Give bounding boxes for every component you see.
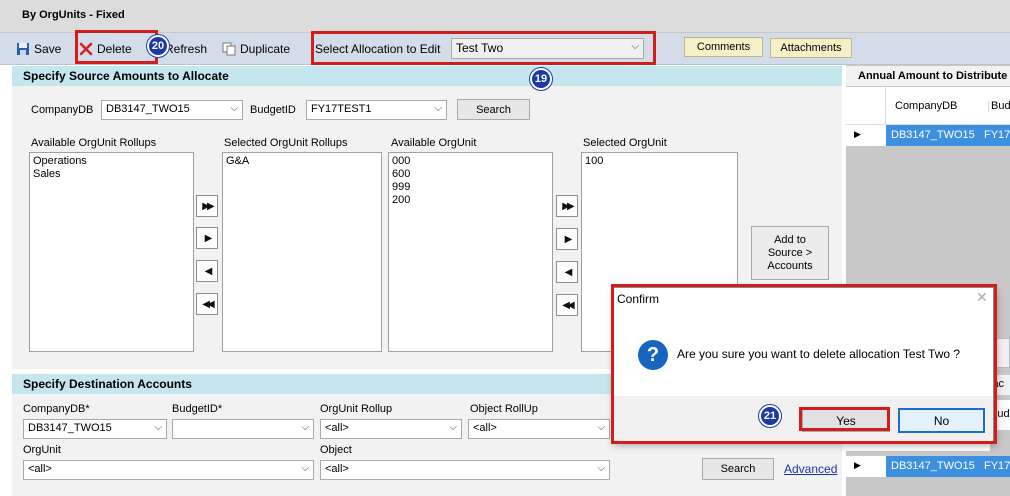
- dest-company-select[interactable]: DB3147_TWO15 ⌵: [23, 419, 167, 439]
- chevron-down-icon: ⌵: [230, 103, 238, 114]
- row-pointer-icon: ▶: [854, 460, 861, 470]
- table-row[interactable]: DB3147_TWO15 FY17: [886, 125, 1010, 146]
- dest-object-label: Object: [320, 444, 352, 456]
- source-budget-label: BudgetID: [250, 104, 296, 116]
- dest-rollup-value: <all>: [325, 422, 349, 434]
- source-company-select[interactable]: DB3147_TWO15 ⌵: [101, 100, 243, 120]
- move-right-button[interactable]: ▶: [556, 228, 578, 250]
- dest-objrollup-value: <all>: [473, 422, 497, 434]
- highlight-box: [311, 31, 656, 65]
- add-to-source-line3: Accounts: [767, 259, 813, 272]
- dest-search-button[interactable]: Search: [702, 458, 774, 480]
- sel-orgunit-label: Selected OrgUnit: [583, 137, 667, 149]
- annual-row-company: DB3147_TWO15: [891, 129, 975, 141]
- save-icon: [17, 43, 29, 55]
- dest-budget-select[interactable]: ⌵: [172, 419, 314, 439]
- avail-orgunit-label: Available OrgUnit: [391, 137, 477, 149]
- avail-rollups-label: Available OrgUnit Rollups: [31, 137, 157, 149]
- sel-rollups-list[interactable]: G&A: [222, 152, 382, 352]
- window-title: By OrgUnits - Fixed: [22, 9, 125, 21]
- list-item[interactable]: 100: [585, 155, 734, 168]
- dest-object-select[interactable]: <all> ⌵: [320, 460, 610, 480]
- dest-rollup-label: OrgUnit Rollup: [320, 403, 393, 415]
- list-item[interactable]: 600: [392, 168, 549, 181]
- source-search-label: Search: [476, 103, 511, 116]
- sel-rollups-label: Selected OrgUnit Rollups: [224, 137, 348, 149]
- dest-objrollup-select[interactable]: <all> ⌵: [468, 419, 610, 439]
- move-left-button[interactable]: ◀: [196, 260, 218, 282]
- source-budget-select[interactable]: FY17TEST1 ⌵: [306, 100, 447, 120]
- dest-orgunit-value: <all>: [28, 463, 52, 475]
- dest-search-label: Search: [720, 463, 756, 475]
- dest-orgunit-label: OrgUnit: [23, 444, 61, 456]
- attachments-label: Attachments: [780, 42, 842, 54]
- list-item[interactable]: Sales: [33, 168, 190, 181]
- highlight-box: [75, 30, 158, 64]
- source-search-button[interactable]: Search: [457, 99, 530, 120]
- chevron-down-icon: ⌵: [434, 103, 442, 114]
- chevron-down-icon: ⌵: [154, 422, 162, 433]
- list-item[interactable]: 200: [392, 194, 549, 207]
- list-item[interactable]: 000: [392, 155, 549, 168]
- list-item[interactable]: Operations: [33, 155, 190, 168]
- duplicate-icon: [222, 42, 236, 56]
- avail-orgunit-list[interactable]: 000 600 999 200: [388, 152, 553, 352]
- dest-orgunit-select[interactable]: <all> ⌵: [23, 460, 314, 480]
- callout-badge: 20: [147, 35, 169, 57]
- annual-col-budget: Budg: [988, 100, 1010, 112]
- row-indicator: ▶: [846, 125, 886, 146]
- comments-label: Comments: [696, 41, 751, 53]
- callout-badge: 19: [530, 68, 552, 90]
- source-section-header: Specify Source Amounts to Allocate: [12, 66, 842, 86]
- comments-button[interactable]: Comments: [684, 37, 763, 57]
- annual-row2-budget: FY17: [984, 460, 1010, 472]
- duplicate-button[interactable]: Duplicate: [222, 40, 290, 58]
- refresh-label: Refresh: [165, 42, 208, 56]
- dest-company-label: CompanyDB*: [23, 403, 90, 415]
- chevron-down-icon: ⌵: [597, 463, 605, 474]
- move-all-right-button[interactable]: ▶▶: [556, 195, 578, 217]
- move-all-left-button[interactable]: ◀◀: [196, 293, 218, 315]
- row-indicator: ▶: [846, 456, 886, 477]
- avail-rollups-list[interactable]: Operations Sales: [29, 152, 194, 352]
- add-to-source-line2: Source >: [767, 246, 813, 259]
- attachments-button[interactable]: Attachments: [770, 38, 852, 58]
- refresh-button[interactable]: Refresh: [165, 40, 207, 58]
- advanced-link[interactable]: Advanced: [784, 462, 837, 476]
- list-item[interactable]: 999: [392, 181, 549, 194]
- chevron-down-icon: ⌵: [301, 463, 309, 474]
- annual-col-company: CompanyDB: [895, 100, 958, 112]
- source-company-label: CompanyDB: [31, 104, 94, 116]
- dest-company-value: DB3147_TWO15: [28, 422, 112, 434]
- highlight-box: [799, 407, 890, 431]
- row-pointer-icon: ▶: [854, 129, 861, 139]
- annual-grid-header: CompanyDB Budg: [846, 87, 1010, 125]
- annual-row-budget: FY17: [984, 129, 1010, 141]
- add-to-source-button[interactable]: Add to Source > Accounts: [751, 226, 829, 280]
- save-button[interactable]: Save: [16, 40, 61, 58]
- duplicate-label: Duplicate: [240, 42, 291, 56]
- annual-header: Annual Amount to Distribute: [846, 66, 1010, 86]
- dest-objrollup-label: Object RollUp: [470, 403, 538, 415]
- chevron-down-icon: ⌵: [301, 422, 309, 433]
- annual-row2-company: DB3147_TWO15: [891, 460, 975, 472]
- add-to-source-line1: Add to: [774, 233, 806, 246]
- chevron-down-icon: ⌵: [597, 422, 605, 433]
- table-row[interactable]: DB3147_TWO15 FY17: [886, 456, 1010, 477]
- row-header-cell: [846, 87, 886, 125]
- dest-budget-label: BudgetID*: [172, 403, 223, 415]
- move-all-left-button[interactable]: ◀◀: [556, 294, 578, 316]
- chevron-down-icon: ⌵: [449, 422, 457, 433]
- list-item[interactable]: G&A: [226, 155, 378, 168]
- save-label: Save: [34, 42, 62, 56]
- callout-badge: 21: [759, 405, 781, 427]
- source-company-value: DB3147_TWO15: [106, 103, 190, 115]
- dest-rollup-select[interactable]: <all> ⌵: [320, 419, 462, 439]
- window-titlebar: By OrgUnits - Fixed: [0, 0, 1010, 33]
- source-budget-value: FY17TEST1: [311, 103, 372, 115]
- move-left-button[interactable]: ◀: [556, 261, 578, 283]
- move-all-right-button[interactable]: ▶▶: [196, 195, 218, 217]
- move-right-button[interactable]: ▶: [196, 227, 218, 249]
- dest-object-value: <all>: [325, 463, 349, 475]
